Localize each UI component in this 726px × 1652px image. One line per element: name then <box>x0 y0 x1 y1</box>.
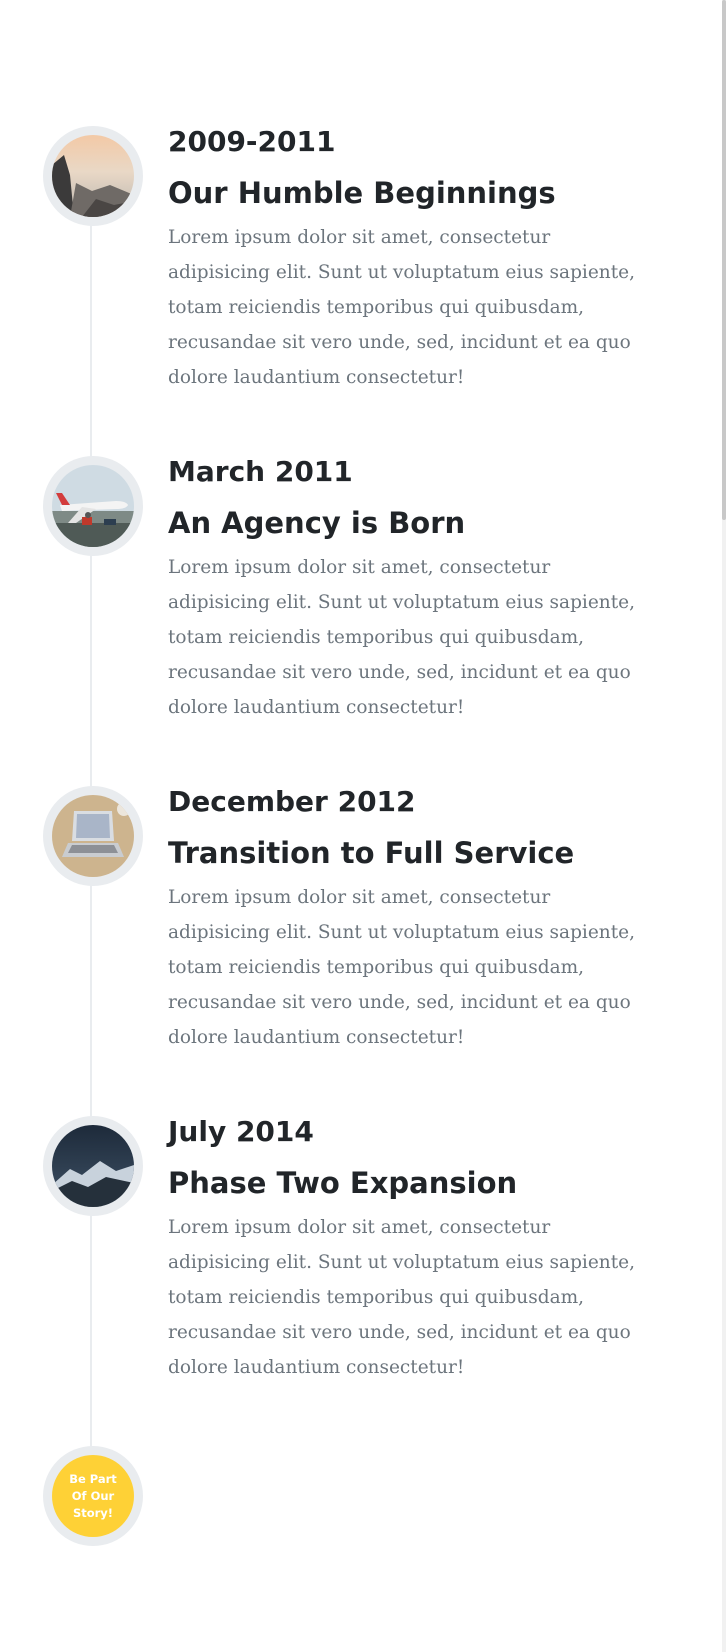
timeline-heading: An Agency is Born <box>168 506 466 540</box>
timeline-image-ring <box>43 126 143 226</box>
timeline-body: Lorem ipsum dolor sit amet, consectetur … <box>168 557 635 718</box>
timeline-heading: Phase Two Expansion <box>168 1166 518 1200</box>
mountain-sunset-photo <box>52 135 134 217</box>
timeline-body: Lorem ipsum dolor sit amet, consectetur … <box>168 887 635 1048</box>
timeline-heading: Transition to Full Service <box>168 836 575 870</box>
scrollbar-track[interactable] <box>722 0 726 1652</box>
story-button-label: Be Part Of Our Story! <box>69 1471 117 1520</box>
scrollbar-thumb[interactable] <box>722 0 726 520</box>
story-button-circle[interactable]: Be Part Of Our Story! <box>52 1455 134 1537</box>
timeline-body: Lorem ipsum dolor sit amet, consectetur … <box>168 227 635 388</box>
timeline-image-ring <box>43 456 143 556</box>
timeline-panel: March 2011 An Agency is Born Lorem ipsum… <box>168 456 658 725</box>
timeline-body: Lorem ipsum dolor sit amet, consectetur … <box>168 1217 635 1378</box>
be-part-of-our-story-button[interactable]: Be Part Of Our Story! <box>43 1446 143 1546</box>
timeline-date: July 2014 <box>168 1115 314 1148</box>
timeline-date: 2009-2011 <box>168 125 336 158</box>
timeline-image-ring <box>43 1116 143 1216</box>
timeline-date: March 2011 <box>168 455 353 488</box>
timeline-panel: December 2012 Transition to Full Service… <box>168 786 658 1055</box>
night-mountain-photo <box>52 1125 134 1207</box>
laptop-photo <box>52 795 134 877</box>
timeline-panel: 2009-2011 Our Humble Beginnings Lorem ip… <box>168 126 658 395</box>
timeline-date: December 2012 <box>168 785 416 818</box>
timeline-panel: July 2014 Phase Two Expansion Lorem ipsu… <box>168 1116 658 1385</box>
airplane-photo <box>52 465 134 547</box>
timeline-image-ring <box>43 786 143 886</box>
timeline-heading: Our Humble Beginnings <box>168 176 556 210</box>
